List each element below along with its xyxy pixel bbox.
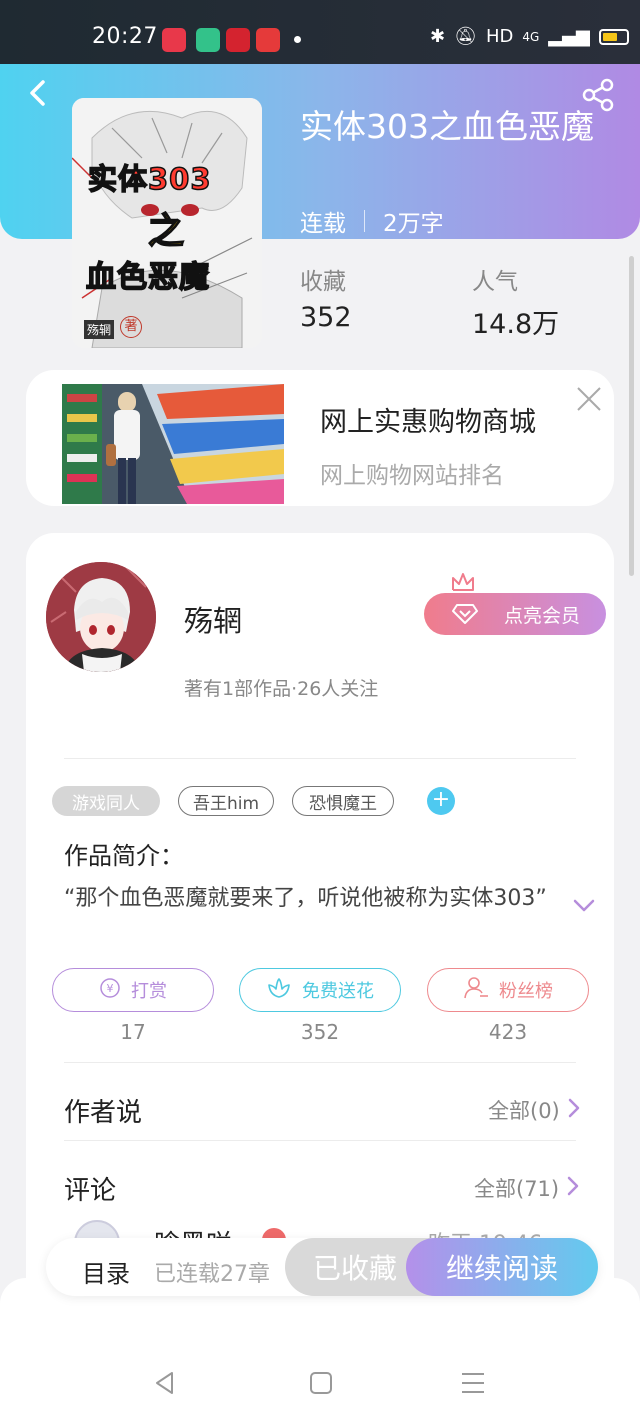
cover-title-line1: 实体303 — [87, 161, 212, 197]
notification-app-icon — [256, 28, 280, 52]
fan-count: 423 — [488, 1020, 528, 1044]
toc-chapter-count: 已连载27章 — [154, 1262, 270, 1287]
book-cover[interactable]: 实体303 之 血色恶魔 殇辋 著 — [72, 98, 262, 348]
diamond-icon — [452, 603, 478, 625]
popularity-label: 人气 — [472, 269, 518, 295]
cover-title-line3: 血色恶魔 — [85, 259, 210, 296]
notification-app-icon — [162, 28, 186, 52]
intro-title: 作品简介： — [64, 842, 184, 870]
send-flower-button[interactable]: 免费送花 — [239, 968, 401, 1012]
book-title: 实体303之血色恶魔 — [300, 107, 594, 146]
flower-count: 352 — [300, 1020, 340, 1044]
close-icon[interactable] — [574, 384, 604, 414]
crown-icon — [450, 570, 476, 594]
chevron-right-icon — [567, 1176, 579, 1201]
chevron-down-icon[interactable] — [572, 898, 596, 914]
fan-ranking-label: 粉丝榜 — [499, 981, 553, 1002]
signal-icon: ▂▄▆ — [548, 26, 590, 47]
meta-divider — [364, 210, 365, 232]
notification-app-icon — [226, 28, 250, 52]
ad-subtitle: 网上购物网站排名 — [320, 463, 504, 489]
nav-back-icon[interactable] — [152, 1370, 178, 1396]
book-word-count: 2万字 — [383, 211, 444, 237]
book-status: 连载 — [300, 211, 346, 237]
vip-button[interactable]: 点亮会员 — [424, 593, 606, 635]
reward-label: 打赏 — [131, 981, 167, 1002]
divider — [64, 1062, 576, 1063]
cover-title-line2: 之 — [147, 210, 185, 253]
hd-label: HD — [485, 26, 514, 47]
toc-button[interactable]: 目录 — [82, 1254, 130, 1289]
chevron-right-icon — [568, 1098, 580, 1123]
user-icon — [463, 976, 489, 1005]
favorites-label: 收藏 — [300, 269, 346, 295]
tag-item[interactable]: 吾王him — [178, 786, 274, 816]
ad-image[interactable] — [62, 384, 284, 504]
battery-icon — [598, 28, 629, 45]
author-says-all-link[interactable]: 全部(0) — [488, 1095, 580, 1125]
nav-home-icon[interactable] — [308, 1370, 334, 1396]
send-flower-label: 免费送花 — [302, 981, 374, 1002]
reward-count: 17 — [120, 1020, 146, 1044]
author-says-title: 作者说 — [64, 1098, 143, 1128]
cover-seal: 著 — [120, 316, 142, 338]
ad-title[interactable]: 网上实惠购物商城 — [320, 400, 536, 439]
author-avatar[interactable] — [46, 562, 156, 672]
divider — [64, 1140, 576, 1141]
intro-text: “那个血色恶魔就要来了，听说他被称为实体303” — [64, 886, 547, 911]
popularity-value: 14.8万 — [472, 309, 560, 340]
flower-icon — [266, 977, 292, 1004]
svg-text:¥: ¥ — [107, 982, 114, 995]
notification-app-icon — [196, 28, 220, 52]
add-tag-icon[interactable]: + — [427, 787, 455, 815]
status-bar: 20:27 ✱ 🔕︎ HD 4G ▂▄▆ — [0, 0, 640, 64]
reward-button[interactable]: ¥ 打赏 — [52, 968, 214, 1012]
network-label: 4G — [522, 29, 540, 44]
scrollbar[interactable] — [629, 256, 634, 576]
yen-icon: ¥ — [99, 977, 121, 1004]
status-time: 20:27 — [92, 24, 158, 49]
nav-menu-icon[interactable] — [460, 1370, 486, 1396]
author-name[interactable]: 殇辋 — [184, 598, 242, 640]
author-info: 著有1部作品·26人关注 — [184, 678, 379, 700]
tag-item[interactable]: 恐惧魔王 — [292, 786, 394, 816]
favorites-value: 352 — [300, 302, 352, 333]
vip-label: 点亮会员 — [503, 604, 580, 627]
divider — [64, 758, 576, 759]
status-indicators: ✱ 🔕︎ HD 4G ▂▄▆ — [430, 26, 629, 47]
back-icon[interactable] — [24, 78, 52, 108]
continue-reading-button[interactable]: 继续阅读 — [406, 1238, 598, 1296]
cover-author: 殇辋 — [84, 320, 115, 339]
mute-icon: 🔕︎ — [454, 26, 477, 47]
book-meta: 连载 2万字 — [300, 204, 444, 238]
author-says-all-label: 全部(0) — [488, 1099, 560, 1123]
notification-dot — [294, 36, 301, 43]
comments-all-link[interactable]: 全部(71) — [474, 1173, 579, 1203]
tag-item[interactable]: 游戏同人 — [52, 786, 160, 816]
comments-title: 评论 — [64, 1176, 117, 1206]
ad-banner[interactable]: 网上实惠购物商城 网上购物网站排名 — [26, 370, 614, 506]
comments-all-label: 全部(71) — [474, 1177, 560, 1201]
bluetooth-icon: ✱ — [430, 26, 446, 47]
fan-ranking-button[interactable]: 粉丝榜 — [427, 968, 589, 1012]
bottom-panel — [0, 1278, 640, 1422]
